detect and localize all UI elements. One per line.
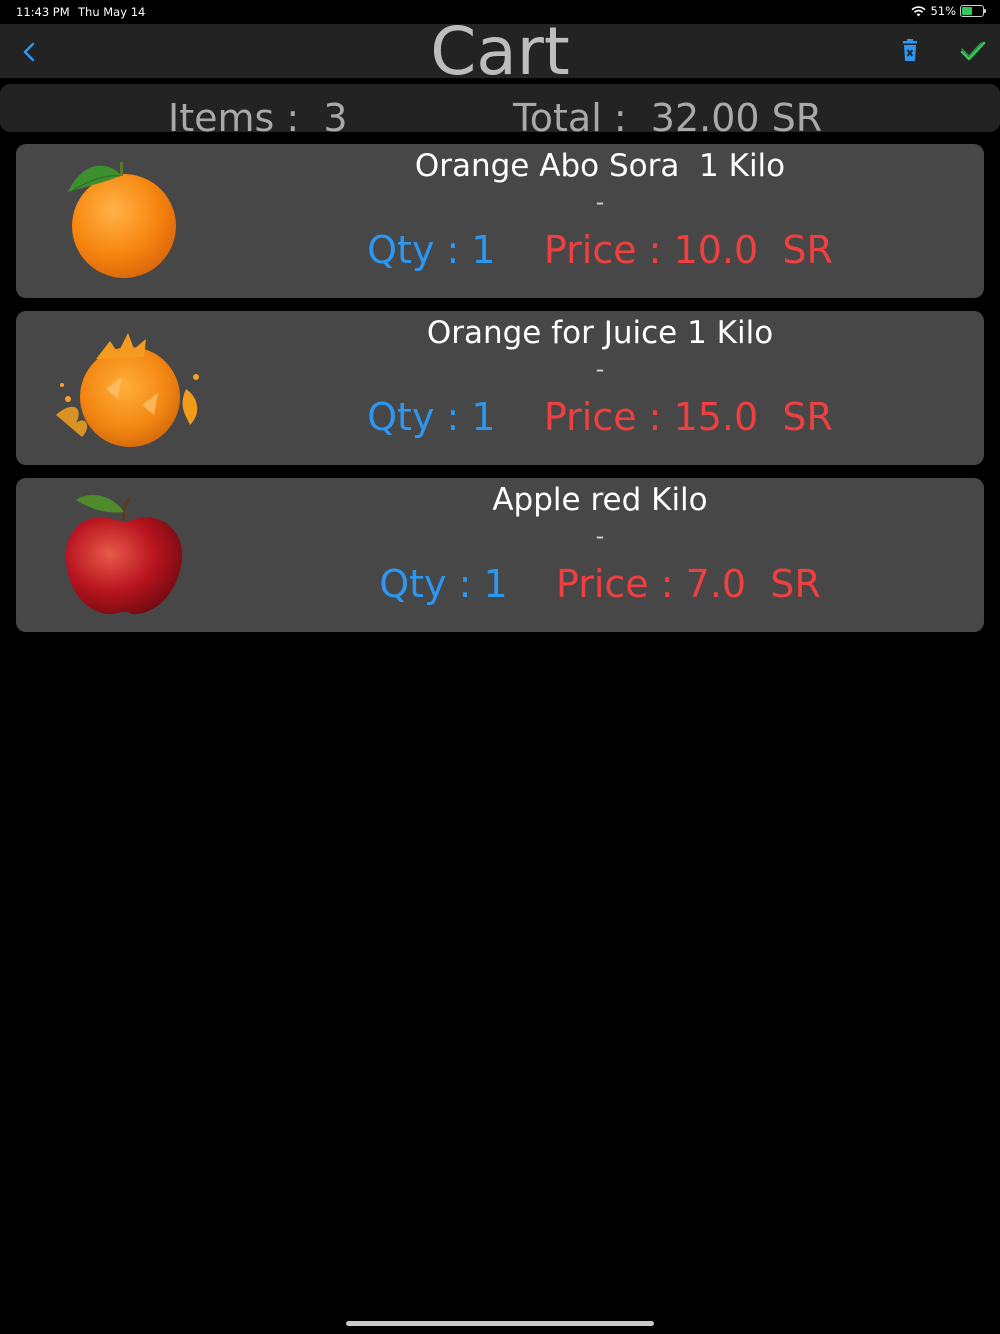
back-button[interactable] [18, 38, 42, 66]
cart-total: Total : 32.00 SR [513, 96, 823, 132]
items-count: Items : 3 [168, 96, 348, 132]
item-name: Orange Abo Sora 1 Kilo [414, 148, 786, 184]
clear-cart-button[interactable] [900, 39, 920, 63]
cart-summary: Items : 3 Total : 32.00 SR [0, 84, 1000, 132]
cart-item[interactable]: Orange for Juice 1 Kilo - Qty : 1 Price … [16, 311, 984, 465]
wifi-icon [911, 5, 927, 16]
orange-image [68, 162, 176, 278]
item-qty-price: Qty : 1 Price : 15.0 SR [216, 394, 984, 440]
nav-bar: Cart [0, 16, 1000, 88]
item-price: Price : 7.0 SR [555, 562, 821, 606]
confirm-order-button[interactable] [959, 38, 987, 64]
checkmark-icon [960, 41, 986, 61]
apple-image [65, 495, 183, 615]
trash-icon [903, 39, 917, 61]
home-indicator[interactable] [346, 1321, 654, 1326]
item-qty-price: Qty : 1 Price : 7.0 SR [216, 561, 984, 607]
item-qty: Qty : 1 [379, 562, 508, 606]
item-subtitle: - [595, 522, 605, 550]
orange-juice-image [56, 333, 199, 447]
item-subtitle: - [595, 188, 605, 216]
item-qty: Qty : 1 [367, 395, 496, 439]
page-title: Cart [430, 13, 570, 90]
item-name: Apple red Kilo [492, 482, 708, 518]
chevron-left-icon [23, 42, 35, 62]
item-qty-price: Qty : 1 Price : 10.0 SR [216, 227, 984, 273]
cart-item[interactable]: Apple red Kilo - Qty : 1 Price : 7.0 SR [16, 478, 984, 632]
item-price: Price : 10.0 SR [543, 228, 833, 272]
item-name: Orange for Juice 1 Kilo [426, 315, 774, 351]
item-price: Price : 15.0 SR [543, 395, 833, 439]
item-qty: Qty : 1 [367, 228, 496, 272]
item-subtitle: - [595, 355, 605, 383]
cart-item[interactable]: Orange Abo Sora 1 Kilo - Qty : 1 Price :… [16, 144, 984, 298]
